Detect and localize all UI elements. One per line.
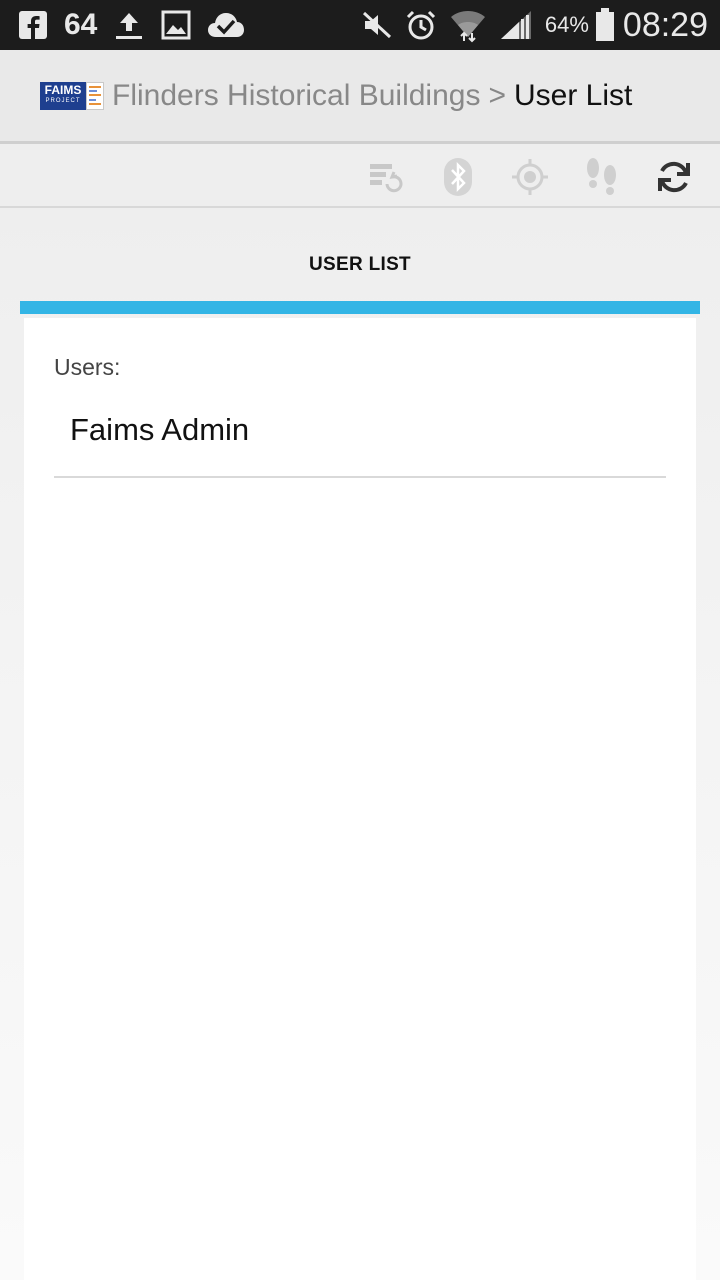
tracking-icon[interactable] bbox=[580, 155, 624, 199]
battery-percent: 64% bbox=[544, 12, 589, 37]
wifi-icon bbox=[449, 7, 487, 43]
tab-user-list[interactable]: USER LIST bbox=[0, 254, 720, 276]
upload-icon bbox=[113, 9, 145, 41]
gallery-icon bbox=[161, 10, 191, 40]
toolbar bbox=[0, 147, 720, 208]
users-label: Users: bbox=[54, 354, 121, 380]
gps-icon[interactable] bbox=[508, 155, 552, 199]
notification-count: 64 bbox=[64, 8, 98, 41]
sync-status-icon[interactable] bbox=[364, 155, 408, 199]
status-bar: 64 64% 08:29 bbox=[0, 0, 720, 50]
battery-icon bbox=[595, 8, 615, 42]
list-item[interactable]: Faims Admin bbox=[54, 398, 666, 478]
bluetooth-icon[interactable] bbox=[436, 155, 480, 199]
mute-icon bbox=[361, 10, 393, 40]
app-logo[interactable]: FAIMS PROJECT bbox=[40, 81, 104, 110]
logo-subtext: PROJECT bbox=[45, 97, 81, 104]
cloud-check-icon bbox=[207, 10, 245, 40]
signal-icon bbox=[499, 9, 533, 41]
clock: 08:29 bbox=[622, 5, 708, 44]
breadcrumb-module[interactable]: Flinders Historical Buildings bbox=[112, 79, 480, 113]
user-list: Faims Admin bbox=[54, 398, 666, 478]
logo-text: FAIMS bbox=[44, 82, 82, 97]
page-title: User List bbox=[514, 78, 633, 112]
action-bar: FAIMS PROJECT Flinders Historical Buildi… bbox=[0, 50, 720, 144]
content-panel: Users: Faims Admin bbox=[24, 318, 696, 1280]
status-bar-left: 64 bbox=[18, 8, 261, 42]
breadcrumb-separator: > bbox=[488, 78, 506, 112]
refresh-icon[interactable] bbox=[652, 155, 696, 199]
tab-indicator bbox=[20, 301, 700, 314]
alarm-icon bbox=[405, 9, 437, 41]
status-bar-right: 64% 08:29 bbox=[349, 6, 708, 45]
facebook-icon bbox=[18, 10, 48, 40]
